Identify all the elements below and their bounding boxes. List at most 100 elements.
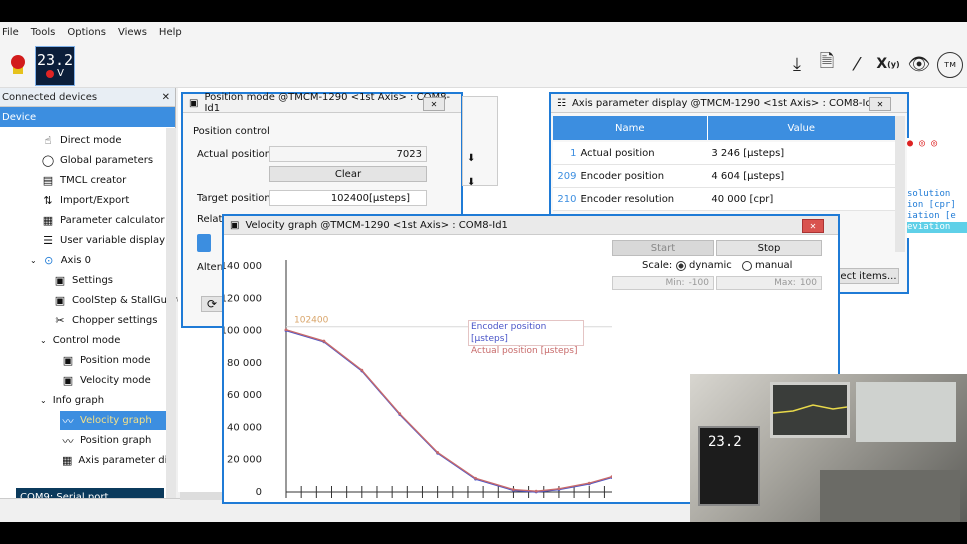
sidebar-item-parameter-calculator[interactable]: ▦ Parameter calculator — [42, 211, 165, 230]
menu-file[interactable]: File — [2, 27, 19, 38]
emergency-stop-icon[interactable] — [6, 52, 30, 76]
xy-icon[interactable]: X (y) — [876, 52, 900, 76]
dynamic-label: dynamic — [689, 260, 732, 271]
sidebar-item-info-graph[interactable]: ⌄ Info graph — [40, 391, 104, 410]
y-tick-label: 0 — [256, 487, 262, 498]
axis-window-titlebar[interactable]: ☷ Axis parameter display @TMCM-1290 <1st… — [551, 94, 907, 113]
row-value: 40 000 [cpr] — [711, 193, 774, 205]
sidebar-item-velocity-graph[interactable]: 〰 Velocity graph — [60, 411, 168, 430]
menu-tools[interactable]: Tools — [31, 27, 56, 38]
axis-table-header: Name Value — [553, 116, 895, 140]
sidebar-item-label: Chopper settings — [72, 315, 158, 326]
sidebar-item-settings[interactable]: ▣ Settings — [54, 271, 113, 290]
sidebar-item-import-export[interactable]: ⇅ Import/Export — [42, 191, 129, 210]
close-icon[interactable]: ✕ — [423, 97, 445, 111]
actual-position-field: 7023 — [269, 146, 427, 162]
sidebar-item-position-mode[interactable]: ▣ Position mode — [62, 351, 151, 370]
table-row[interactable]: 209 Encoder position 4 604 [µsteps] — [553, 165, 895, 188]
sidebar-item-control-mode[interactable]: ⌄ Control mode — [40, 331, 120, 350]
close-icon[interactable]: ✕ — [802, 219, 824, 233]
chevron-down-icon[interactable]: ⌄ — [40, 336, 47, 345]
sidebar-item-axis-0[interactable]: ⌄ ⊙ Axis 0 — [30, 251, 91, 270]
refresh-icon[interactable]: ⟳ — [201, 296, 223, 312]
graph-icon: 〰 — [62, 414, 74, 428]
table-row[interactable]: 210 Encoder resolution 40 000 [cpr] — [553, 188, 895, 211]
chevron-down-icon[interactable]: ⌄ — [30, 256, 37, 265]
stop-button[interactable]: Stop — [716, 240, 822, 256]
y-tick-label: 60 000 — [227, 390, 262, 401]
max-label: Max: — [774, 278, 796, 288]
y-tick-label: 120 000 — [224, 293, 262, 304]
sidebar-item-direct-mode[interactable]: ☝ Direct mode — [42, 131, 122, 150]
device-tab[interactable]: Device — [0, 107, 175, 127]
radio-selected-icon — [676, 260, 686, 271]
logo-icon: ᴛᴍ — [937, 52, 963, 78]
menu-views[interactable]: Views — [118, 27, 147, 38]
sidebar-header: Connected devices ✕ — [0, 88, 175, 107]
sidebar-item-user-variable-display[interactable]: ☰ User variable display — [42, 231, 165, 250]
menu-options[interactable]: Options — [67, 27, 106, 38]
position-control-label: Position control — [193, 126, 270, 137]
data-point — [557, 487, 561, 491]
document-icon[interactable]: 🗎 — [815, 51, 839, 76]
y-tick-label: 40 000 — [227, 422, 262, 433]
data-point — [284, 328, 288, 332]
sidebar-item-position-graph[interactable]: 〰 Position graph — [62, 431, 152, 450]
sidebar-item-velocity-mode[interactable]: ▣ Velocity mode — [62, 371, 151, 390]
sidebar-item-chopper-settings[interactable]: ✂ Chopper settings — [54, 311, 157, 330]
wrench-icon: ✂ — [55, 314, 65, 327]
min-value: -100 — [688, 278, 709, 288]
velocity-window-titlebar[interactable]: ▣ Velocity graph @TMCM-1290 <1st Axis> :… — [224, 216, 838, 235]
data-point — [398, 412, 402, 416]
manual-radio[interactable]: manual — [742, 260, 792, 271]
max-input[interactable]: Max: 100 — [716, 276, 822, 290]
axis-table-scrollbar[interactable] — [895, 116, 905, 252]
background-window: ⬇ ⬇ — [462, 96, 498, 188]
menu-bar: File Tools Options Views Help — [0, 22, 967, 42]
desktop-screen: File Tools Options Views Help 23.2 V ⤓ 🗎… — [0, 22, 967, 522]
hand-icon: ☝ — [44, 134, 52, 147]
chevron-down-icon[interactable]: ⌄ — [40, 396, 47, 405]
data-point — [360, 368, 364, 372]
sidebar-scrollbar[interactable] — [166, 128, 176, 500]
calculator-icon: ▦ — [42, 214, 54, 227]
record-icon[interactable]: ● ◎ ◎ — [907, 138, 967, 149]
y-tick-label: 140 000 — [224, 261, 262, 272]
globe-icon: ◯ — [41, 154, 55, 167]
instrument-panel — [856, 382, 956, 442]
data-point — [512, 488, 515, 491]
col-name-header[interactable]: Name — [553, 116, 707, 140]
wand-icon[interactable]: ⁄ — [845, 52, 869, 76]
arrow-down-icon[interactable]: ⬇ — [467, 177, 475, 188]
table-icon: ▦ — [62, 454, 73, 467]
row-id: 1 — [570, 147, 577, 159]
sidebar-item-label: Position mode — [80, 355, 151, 366]
target-position-input[interactable]: 102400[µsteps] — [269, 190, 427, 206]
data-point — [474, 476, 477, 480]
download-icon[interactable]: ⤓ — [785, 52, 809, 76]
sidebar-item-axis-parameter-display[interactable]: ▦ Axis parameter disp — [62, 451, 166, 470]
eye-icon[interactable]: 👁 — [907, 52, 931, 76]
col-value-header[interactable]: Value — [706, 116, 895, 140]
target-position-label: Target position: — [197, 193, 275, 204]
close-icon[interactable]: ✕ — [869, 97, 891, 111]
position-window-titlebar[interactable]: ▣ Position mode @TMCM-1290 <1st Axis> : … — [183, 92, 461, 114]
sidebar-item-global-parameters[interactable]: ◯ Global parameters — [42, 151, 153, 170]
sidebar-item-label: User variable display — [60, 235, 165, 246]
table-row[interactable]: 1 Actual position 3 246 [µsteps] — [553, 142, 895, 165]
dynamic-radio[interactable]: dynamic — [676, 260, 732, 271]
close-icon[interactable]: ✕ — [162, 92, 170, 103]
settings-icon: ▣ — [54, 274, 66, 287]
start-button[interactable]: Start — [612, 240, 714, 256]
sidebar-item-tmcl-creator[interactable]: ▤ TMCL creator — [42, 171, 127, 190]
arrow-down-icon[interactable]: ⬇ — [467, 153, 475, 164]
data-point — [322, 339, 326, 343]
max-value: 100 — [799, 278, 817, 288]
min-input[interactable]: Min: -100 — [612, 276, 714, 290]
move-button[interactable] — [197, 234, 211, 252]
menu-help[interactable]: Help — [159, 27, 182, 38]
device-tab-label: Device — [2, 111, 37, 123]
clear-button[interactable]: Clear — [269, 166, 427, 182]
sidebar-item-coolstep[interactable]: ▣ CoolStep & StallGuard — [54, 291, 184, 310]
data-point — [436, 451, 440, 454]
